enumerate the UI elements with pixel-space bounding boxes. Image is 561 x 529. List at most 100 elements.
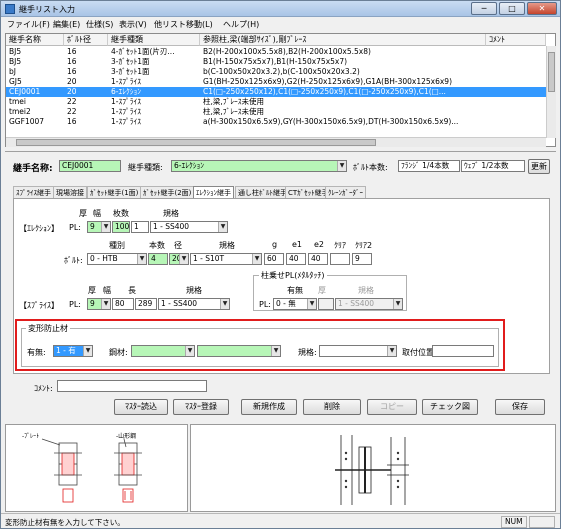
bolt-e1-input[interactable]: 40 (286, 253, 306, 265)
erection-width-input[interactable]: 100 (112, 221, 130, 233)
splice-len-input[interactable]: 289 (135, 298, 157, 310)
comment-input[interactable] (57, 380, 207, 392)
bolt-spec-select[interactable]: 1 - S10T ▼ (190, 253, 262, 265)
splice-thick-select[interactable]: 9 ▼ (87, 298, 111, 310)
col-header-comment[interactable]: ｺﾒﾝﾄ (486, 34, 546, 46)
master-read-button[interactable]: ﾏｽﾀｰ読込 (114, 399, 168, 415)
web-count-field[interactable]: ｳｪﾌﾞ 1/2本数 (461, 160, 525, 172)
tab-erection[interactable]: ｴﾚｸｼｮﾝ継手 (193, 186, 234, 198)
chevron-down-icon: ▼ (179, 254, 188, 264)
tab-gusset-1[interactable]: ｶﾞｾｯﾄ継手(1面) (87, 186, 142, 198)
table-row[interactable]: BJ5 16 3-ｶﾞｾｯﾄ1面 B1(H-150x75x5x7),B1(H-150x… (6, 57, 546, 67)
header-thick: 厚 (79, 209, 87, 218)
chevron-down-icon: ▼ (337, 161, 346, 171)
splice-section-label: 【ｽﾌﾟﾗｲｽ】 (19, 301, 59, 310)
stack-spec-select[interactable]: 1 - SS400 ▼ (335, 298, 403, 310)
flange-count-field[interactable]: ﾌﾗﾝｼﾞ 1/4本数 (398, 160, 460, 172)
stack-thick-select[interactable] (318, 298, 334, 310)
tab-gusset-2[interactable]: ｶﾞｾｯﾄ継手(2面) (140, 186, 195, 198)
header-e1: e1 (292, 240, 303, 249)
new-button[interactable]: 新規作成 (241, 399, 297, 415)
col-header-type[interactable]: 継手種類 (108, 34, 200, 46)
table-row[interactable]: BJ5 16 4-ｶﾞｾｯﾄ1面(片刃... B2(H-200x100x5.5x8),… (6, 47, 546, 57)
deform-has-select[interactable]: 1 - 有 ▼ (53, 345, 93, 357)
table-row[interactable]: bJ 16 3-ｶﾞｾｯﾄ1面 b(C-100x50x20x3.2),b(C-100x… (6, 67, 546, 77)
tab-splice[interactable]: ｽﾌﾟﾗｲｽ継手 (13, 186, 54, 198)
deform-steel-size-select[interactable]: ▼ (197, 345, 281, 357)
bolt-clear2-input[interactable]: 9 (352, 253, 372, 265)
col-header-ref[interactable]: 参照柱,梁(端部ｻｲｽﾞ),剛ﾌﾞﾚｰｽ (200, 34, 486, 46)
header-g: g (272, 240, 278, 249)
tab-column-bolt[interactable]: 通し柱ﾎﾞﾙﾄ継手 (235, 186, 290, 198)
splice-thick-value: 9 (90, 299, 95, 308)
chevron-down-icon: ▼ (307, 299, 316, 309)
minimize-button[interactable]: ─ (471, 2, 497, 15)
tab-field-weld[interactable]: 現場溶接 (53, 186, 87, 198)
stack-has-select[interactable]: 0 - 無 ▼ (273, 298, 317, 310)
update-button[interactable]: 更新 (528, 159, 550, 174)
menu-help[interactable]: ヘルプ(H) (223, 19, 259, 30)
deform-title: 変形防止材 (26, 323, 70, 334)
close-button[interactable]: ✕ (527, 2, 557, 15)
status-empty-pane (529, 516, 555, 528)
bolt-g-input[interactable]: 60 (264, 253, 284, 265)
chevron-down-icon: ▼ (83, 346, 92, 356)
list-horizontal-scrollbar[interactable] (6, 137, 546, 147)
bolt-count-input[interactable]: 4 (148, 253, 168, 265)
erection-spec-select[interactable]: 1 - SS400 ▼ (150, 221, 228, 233)
chevron-down-icon: ▼ (185, 346, 194, 356)
col-header-bolt[interactable]: ﾎﾞﾙﾄ径 (64, 34, 108, 46)
bolt-dia-select[interactable]: 20 ▼ (169, 253, 189, 265)
deform-position-input[interactable] (432, 345, 494, 357)
list-vertical-scrollbar[interactable] (546, 46, 556, 138)
check-drawing-button[interactable]: チェック図 (422, 399, 478, 415)
bolt-e2-input[interactable]: 40 (308, 253, 328, 265)
header-width: 幅 (93, 209, 101, 218)
table-row[interactable]: tmei2 22 1-ｽﾌﾟﾗｲｽ 柱,梁,ﾌﾞﾚｰｽ未使用 (6, 107, 546, 117)
type-select-value: 6-ｴﾚｸｼｮﾝ (174, 161, 204, 170)
menu-other-list[interactable]: 他リスト移動(L) (154, 19, 213, 30)
bolt-type-value: 0 - HTB (90, 254, 118, 263)
erection-count-input[interactable]: 1 (131, 221, 149, 233)
joint-list[interactable]: 継手名称 ﾎﾞﾙﾄ径 継手種類 参照柱,梁(端部ｻｲｽﾞ),剛ﾌﾞﾚｰｽ ｺﾒﾝ… (5, 33, 556, 147)
bolt-type-select[interactable]: 0 - HTB ▼ (87, 253, 147, 265)
stack-spec-value: 1 - SS400 (338, 299, 375, 308)
copy-button[interactable]: コピー (367, 399, 417, 415)
type-select[interactable]: 6-ｴﾚｸｼｮﾝ ▼ (171, 160, 347, 172)
deform-steel-label: 鋼材: (109, 348, 128, 357)
table-row-selected[interactable]: CEJ0001 20 6-ｴﾚｸｼｮﾝ C1(□-250x250x12),C1(□-2… (6, 87, 546, 97)
erection-thick-select[interactable]: 9 ▼ (87, 221, 111, 233)
delete-button[interactable]: 削除 (303, 399, 361, 415)
name-input[interactable]: CEJ0001 (59, 160, 121, 172)
window-title: 継手リスト入力 (19, 5, 75, 14)
splice-spec-select[interactable]: 1 - SS400 ▼ (158, 298, 230, 310)
master-register-button[interactable]: ﾏｽﾀｰ登録 (173, 399, 229, 415)
table-row[interactable]: tmei 22 1-ｽﾌﾟﾗｲｽ 柱,梁,ﾌﾞﾚｰｽ未使用 (6, 97, 546, 107)
erection-section-label: 【ｴﾚｸｼｮﾝ】 (19, 224, 59, 233)
deform-steel-select[interactable]: ▼ (131, 345, 195, 357)
tab-crane-girder[interactable]: ｸﾚｰﾝｶﾞｰﾀﾞｰ (325, 186, 366, 198)
table-row[interactable]: GGF1007 16 1-ｽﾌﾟﾗｲｽ a(H-300x150x6.5x9),GY(H… (6, 117, 546, 127)
menu-bar: ファイル(F) 編集(E) 仕様(S) 表示(V) 他リスト移動(L) ヘルプ(… (1, 17, 560, 31)
header-bolt-spec: 規格 (219, 241, 235, 250)
chevron-down-icon: ▼ (271, 346, 280, 356)
header-bolt-dia: 径 (174, 241, 182, 250)
scroll-thumb[interactable] (16, 139, 376, 146)
maximize-button[interactable]: □ (499, 2, 525, 15)
chevron-down-icon: ▼ (218, 222, 227, 232)
menu-edit[interactable]: 編集(E) (53, 19, 80, 30)
bolt-count-label: ﾎﾞﾙﾄ本数: (353, 163, 388, 172)
col-header-name[interactable]: 継手名称 (6, 34, 64, 46)
bolt-label: ﾎﾞﾙﾄ: (64, 256, 83, 265)
menu-spec[interactable]: 仕様(S) (86, 19, 113, 30)
save-button[interactable]: 保存 (495, 399, 545, 415)
chevron-down-icon: ▼ (252, 254, 261, 264)
menu-view[interactable]: 表示(V) (119, 19, 147, 30)
scroll-thumb[interactable] (548, 52, 555, 92)
deform-spec-select[interactable]: ▼ (319, 345, 397, 357)
table-row[interactable]: GJ5 20 1-ｽﾌﾟﾗｲｽ G1(BH-250x125x6x9),G2(H-250… (6, 77, 546, 87)
splice-width-input[interactable]: 80 (112, 298, 134, 310)
menu-file[interactable]: ファイル(F) (7, 19, 50, 30)
title-bar: 継手リスト入力 ─ □ ✕ (1, 1, 560, 17)
bolt-clear-input[interactable] (330, 253, 350, 265)
